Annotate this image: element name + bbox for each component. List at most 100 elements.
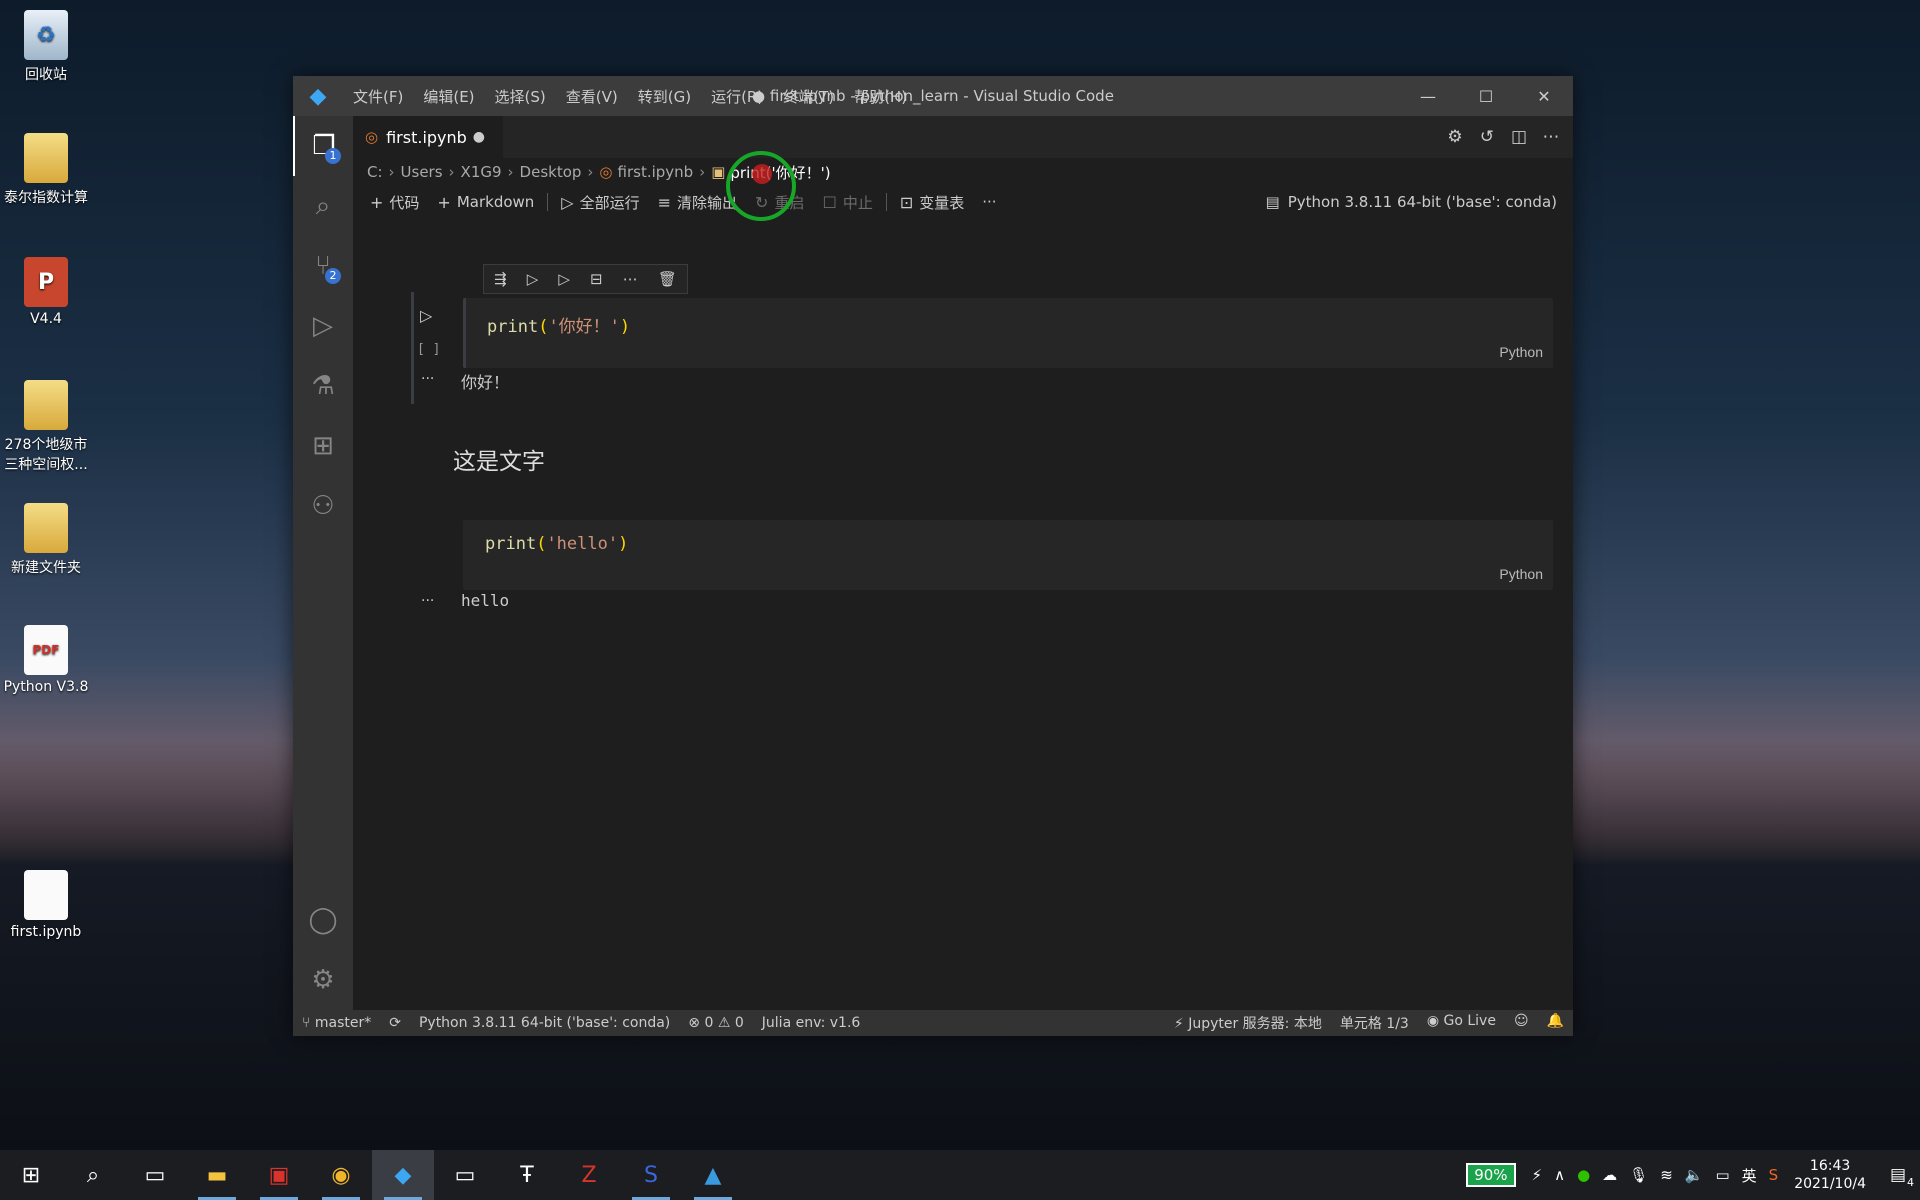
breadcrumb-user[interactable]: X1G9 [461,163,502,181]
app-blue-triangle-icon[interactable]: ▲ [682,1150,744,1200]
chrome-icon[interactable]: ◉ [310,1150,372,1200]
toolbar-divider [547,193,549,211]
sync-icon[interactable]: ⟳ [380,1015,410,1031]
markdown-cell[interactable]: 这是文字 [453,442,545,476]
minimize-icon[interactable]: — [1399,76,1457,116]
code-line[interactable]: print('你好！') [487,312,630,337]
more-icon[interactable]: ⋯ [623,270,638,288]
code-line[interactable]: print('hello') [485,534,628,554]
run-cell-icon[interactable]: ▷ [420,306,432,325]
code-cell-2[interactable]: print('hello') Python [463,520,1553,590]
display-icon[interactable]: ▭ [1709,1166,1735,1184]
ime-indicator[interactable]: 英 [1736,1165,1763,1186]
menu-terminal[interactable]: 终端(T) [773,86,844,107]
desktop-icon-recycle-bin[interactable]: ♻ 回收站 [2,10,90,84]
menu-help[interactable]: 帮助(H) [844,86,917,107]
desktop-icon-python-pdf[interactable]: PDF Python V3.8 [2,625,90,695]
file-explorer-icon[interactable]: ▬ [186,1150,248,1200]
notifications-bell-icon[interactable]: 🔔 [1538,1013,1573,1033]
output-menu-icon[interactable]: ··· [421,593,434,609]
vscode-taskbar-icon[interactable]: ◆ [372,1150,434,1200]
breadcrumb-drive[interactable]: C: [367,163,383,181]
split-editor-icon[interactable]: ◫ [1503,127,1535,147]
terminal-icon[interactable]: ▭ [434,1150,496,1200]
code-cell-1[interactable]: print('你好！') Python [463,298,1553,368]
remote-explorer-icon[interactable]: ⚇ [293,476,353,536]
delete-cell-icon[interactable]: 🗑 [658,270,677,288]
search-icon[interactable]: ⌕ [293,176,353,236]
menu-selection[interactable]: 选择(S) [485,86,556,107]
interrupt-kernel-button[interactable]: ☐ 中止 [813,188,881,216]
typora-icon[interactable]: Ŧ [496,1150,558,1200]
cell-language[interactable]: Python [1499,344,1543,360]
clock[interactable]: 16:43 2021/10/4 [1784,1157,1876,1193]
run-debug-icon[interactable]: ▷ [293,296,353,356]
cloud-icon[interactable]: ☁ [1596,1166,1623,1184]
python-interpreter[interactable]: Python 3.8.11 64-bit ('base': conda) [410,1015,679,1031]
chevron-up-icon[interactable]: ∧ [1548,1166,1571,1184]
settings-gear-icon[interactable]: ⚙ [293,950,353,1010]
output-menu-icon[interactable]: ··· [421,371,434,387]
feedback-icon[interactable]: ☺ [1505,1013,1538,1033]
cell-position[interactable]: 单元格 1/3 [1331,1013,1418,1033]
breadcrumb-users[interactable]: Users [401,163,443,181]
problems-indicator[interactable]: ⊗ 0 ⚠ 0 [679,1015,753,1031]
editor-actions: ⚙ ↺ ◫ ⋯ [1439,116,1567,158]
menu-file[interactable]: 文件(F) [343,86,413,107]
breadcrumb-desktop[interactable]: Desktop [520,163,582,181]
split-cell-icon[interactable]: ⊟ [590,270,603,288]
add-code-cell-button[interactable]: + 代码 [361,188,428,216]
sogou-icon[interactable]: S [1763,1166,1785,1184]
testing-flask-icon[interactable]: ⚗ [293,356,353,416]
extensions-icon[interactable]: ⊞ [293,416,353,476]
variables-button[interactable]: ⊡ 变量表 [891,188,973,216]
desktop-icon-v44[interactable]: P V4.4 [2,257,90,327]
unsaved-dot-icon[interactable]: ● [473,129,485,145]
app-red-icon[interactable]: ▣ [248,1150,310,1200]
desktop-icon-new-folder[interactable]: 新建文件夹 [2,503,90,577]
clock-date: 2021/10/4 [1794,1176,1866,1192]
menu-run[interactable]: 运行(R) [701,86,773,107]
microphone-icon[interactable]: 🎙 [1623,1166,1654,1184]
run-all-button[interactable]: ▷ 全部运行 [552,188,648,216]
zotero-icon[interactable]: Z [558,1150,620,1200]
julia-env[interactable]: Julia env: v1.6 [753,1015,870,1031]
notification-center-icon[interactable]: ▤ 4 [1876,1165,1920,1189]
go-live-button[interactable]: ◉ Go Live [1418,1013,1505,1033]
activity-bar-bottom: ◯ ⚙ [293,890,353,1010]
wifi-icon[interactable]: ≋ [1654,1166,1679,1184]
gear-icon[interactable]: ⚙ [1439,127,1471,147]
jupyter-server[interactable]: ⚡ Jupyter 服务器: 本地 [1165,1013,1331,1033]
more-actions-icon[interactable]: ⋯ [1535,127,1567,147]
desktop-icon-theil-index[interactable]: 泰尔指数计算 [2,133,90,207]
battery-indicator[interactable]: 90% [1466,1163,1516,1187]
breadcrumb-file[interactable]: first.ipynb [618,163,694,181]
tab-first-ipynb[interactable]: ◎ first.ipynb ● [353,116,503,158]
app-blue-s-icon[interactable]: S [620,1150,682,1200]
wechat-icon[interactable]: ● [1571,1166,1596,1184]
menu-go[interactable]: 转到(G) [628,86,701,107]
source-control-icon[interactable]: ⑂ 2 [293,236,353,296]
menu-view[interactable]: 查看(V) [556,86,628,107]
cell-language[interactable]: Python [1499,566,1543,582]
desktop-icon-first-ipynb[interactable]: first.ipynb [2,870,90,940]
history-icon[interactable]: ↺ [1471,127,1503,147]
account-icon[interactable]: ◯ [293,890,353,950]
toolbar-more-button[interactable]: ··· [973,188,1005,216]
volume-icon[interactable]: 🔈 [1679,1166,1710,1184]
kernel-picker[interactable]: ▤ Python 3.8.11 64-bit ('base': conda) [1266,186,1557,218]
menu-edit[interactable]: 编辑(E) [413,86,484,107]
close-icon[interactable]: ✕ [1515,76,1573,116]
add-markdown-cell-button[interactable]: + Markdown [428,188,543,216]
task-view-icon[interactable]: ▭ [124,1150,186,1200]
git-branch[interactable]: ⑂ master* [293,1015,380,1031]
search-icon[interactable]: ⌕ [62,1150,124,1200]
desktop-icon-278-cities[interactable]: 278个地级市三种空间权... [2,380,90,474]
execute-below-icon[interactable]: ▷ [558,270,570,288]
start-windows-icon[interactable]: ⊞ [0,1150,62,1200]
run-by-line-icon[interactable]: ⇶ [494,270,507,288]
execute-above-icon[interactable]: ▷ [527,270,539,288]
maximize-icon[interactable]: ☐ [1457,76,1515,116]
power-plug-icon[interactable]: ⚡ [1526,1166,1549,1184]
explorer-icon[interactable]: ❐ 1 [293,116,353,176]
